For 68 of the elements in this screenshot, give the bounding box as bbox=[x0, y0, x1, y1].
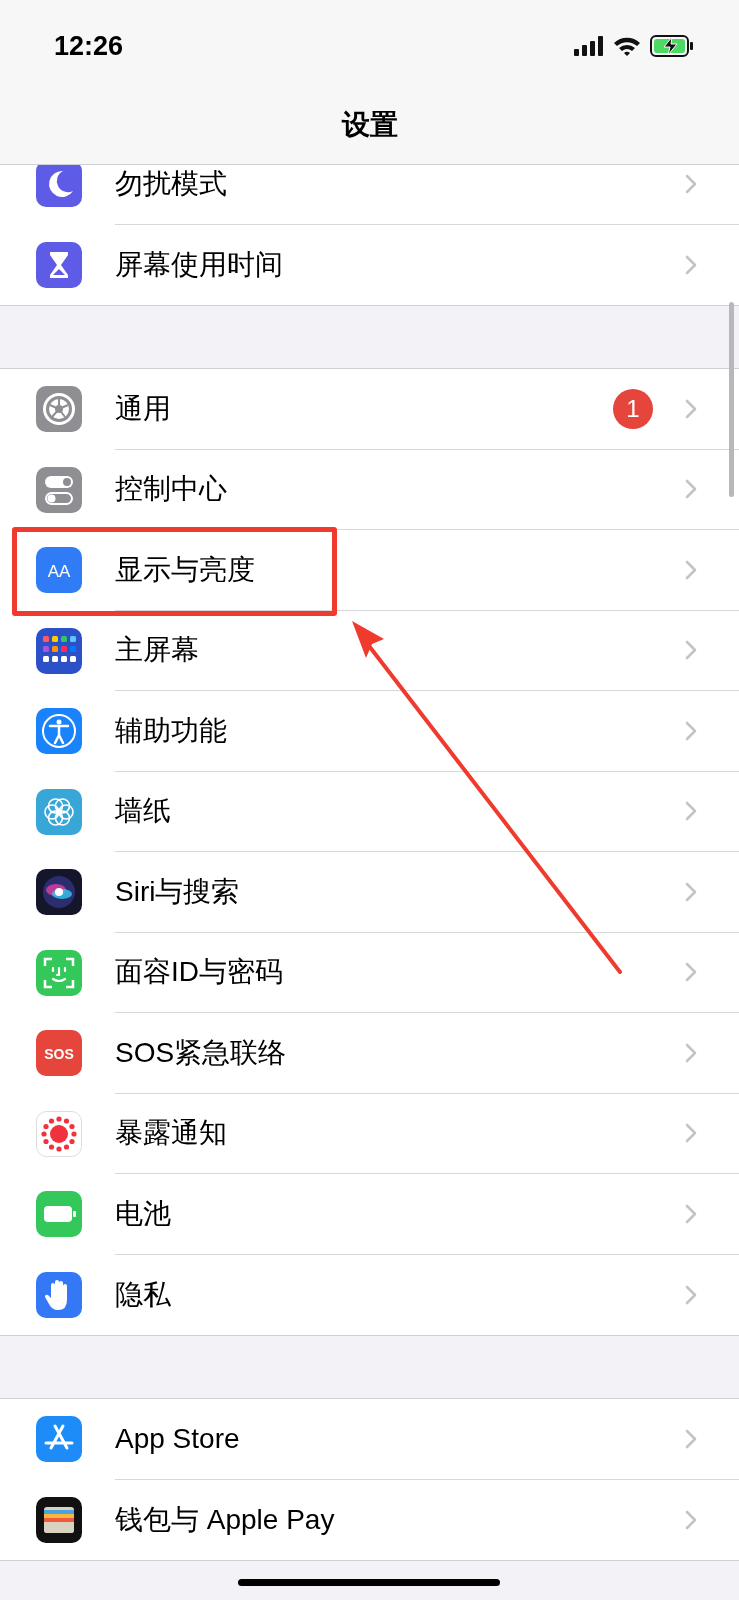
settings-row[interactable]: SOS SOS紧急联络 bbox=[0, 1013, 739, 1094]
settings-row[interactable]: 暴露通知 bbox=[0, 1093, 739, 1174]
flower-icon bbox=[36, 788, 82, 835]
row-label: 暴露通知 bbox=[115, 1116, 228, 1151]
row-label: 面容ID与密码 bbox=[115, 955, 284, 990]
settings-row[interactable]: 墙纸 bbox=[0, 771, 739, 852]
settings-row[interactable]: 隐私 bbox=[0, 1254, 739, 1335]
row-label: 通用 bbox=[115, 391, 172, 426]
siri-orb-icon bbox=[36, 869, 82, 916]
chevron-icon bbox=[685, 479, 697, 500]
row-label: 主屏幕 bbox=[115, 633, 200, 668]
chevron-icon bbox=[685, 1509, 697, 1530]
row-label: 隐私 bbox=[115, 1277, 172, 1312]
settings-row[interactable]: 钱包与 Apple Pay bbox=[0, 1479, 739, 1560]
settings-row[interactable]: Siri与搜索 bbox=[0, 852, 739, 933]
accessibility-icon bbox=[36, 708, 82, 755]
gear-icon bbox=[36, 386, 82, 433]
chevron-icon bbox=[685, 173, 697, 194]
wallet-icon bbox=[36, 1496, 82, 1543]
settings-row[interactable]: 电池 bbox=[0, 1174, 739, 1255]
sos-icon: SOS bbox=[36, 1030, 82, 1077]
row-label: Siri与搜索 bbox=[115, 874, 241, 909]
chevron-icon bbox=[685, 398, 697, 419]
chevron-icon bbox=[685, 1428, 697, 1449]
app-grid-icon bbox=[36, 627, 82, 674]
row-label: 控制中心 bbox=[115, 472, 228, 507]
chevron-icon bbox=[685, 254, 697, 275]
row-label: 勿扰模式 bbox=[115, 166, 228, 201]
hand-icon bbox=[36, 1271, 82, 1318]
toggle-switch-icon bbox=[36, 466, 82, 513]
chevron-icon bbox=[685, 1284, 697, 1305]
signal-icon bbox=[574, 36, 604, 56]
wifi-icon bbox=[613, 36, 641, 56]
row-label: 屏幕使用时间 bbox=[115, 247, 284, 282]
page-title: 设置 bbox=[341, 108, 398, 142]
notification-badge: 1 bbox=[613, 388, 653, 429]
settings-row[interactable]: 屏幕使用时间 bbox=[0, 224, 739, 305]
row-label: 电池 bbox=[115, 1196, 172, 1231]
battery-charging-icon bbox=[650, 35, 694, 57]
chevron-icon bbox=[685, 640, 697, 661]
settings-row[interactable]: 辅助功能 bbox=[0, 691, 739, 772]
chevron-icon bbox=[685, 801, 697, 822]
chevron-icon bbox=[685, 962, 697, 983]
dots-ring-icon bbox=[36, 1110, 82, 1157]
row-label: 钱包与 Apple Pay bbox=[115, 1502, 336, 1537]
settings-row[interactable]: 勿扰模式 bbox=[0, 165, 739, 225]
text-size-icon: AA bbox=[36, 547, 82, 594]
row-label: App Store bbox=[115, 1422, 241, 1455]
chevron-icon bbox=[685, 881, 697, 902]
status-time: 12:26 bbox=[54, 30, 124, 62]
battery-icon bbox=[36, 1191, 82, 1238]
row-label: 显示与亮度 bbox=[115, 552, 256, 587]
settings-row[interactable]: 面容ID与密码 bbox=[0, 932, 739, 1013]
row-label: SOS紧急联络 bbox=[115, 1035, 288, 1070]
chevron-icon bbox=[685, 1203, 697, 1224]
face-scan-icon bbox=[36, 949, 82, 996]
chevron-icon bbox=[685, 1042, 697, 1063]
chevron-icon bbox=[685, 1123, 697, 1144]
chevron-icon bbox=[685, 720, 697, 741]
hourglass-icon bbox=[36, 241, 82, 288]
settings-row[interactable]: 控制中心 bbox=[0, 449, 739, 530]
row-label: 墙纸 bbox=[115, 794, 172, 829]
row-label: 辅助功能 bbox=[115, 713, 228, 748]
chevron-icon bbox=[685, 559, 697, 580]
settings-row[interactable]: App Store bbox=[0, 1399, 739, 1480]
app-store-icon bbox=[36, 1416, 82, 1463]
settings-row[interactable]: AA 显示与亮度 bbox=[0, 530, 739, 611]
settings-row[interactable]: 通用 1 bbox=[0, 369, 739, 450]
